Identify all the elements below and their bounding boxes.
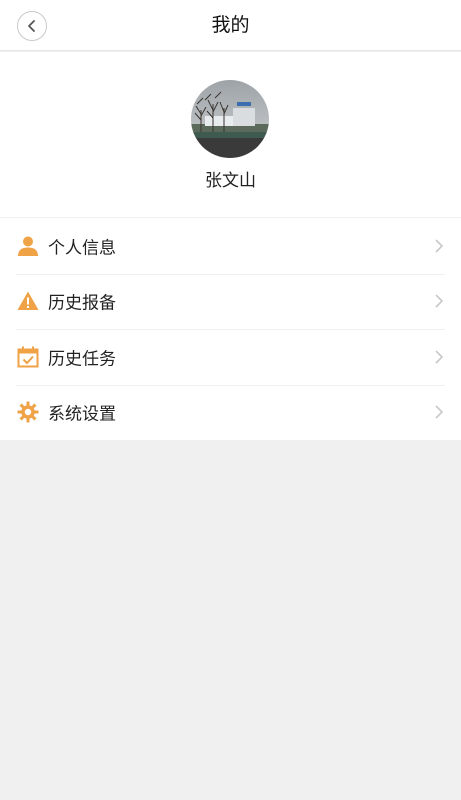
user-name: 张文山 <box>205 171 256 191</box>
chevron-right-icon <box>435 239 444 253</box>
page-title: 我的 <box>211 14 250 36</box>
calendar-check-icon <box>17 346 39 368</box>
back-button[interactable] <box>17 11 47 41</box>
menu-item-personal-info[interactable]: 个人信息 <box>0 218 461 274</box>
menu-item-system-settings[interactable]: 系统设置 <box>0 384 461 441</box>
profile-section: 张文山 <box>0 52 461 217</box>
gear-icon <box>17 401 39 423</box>
chevron-right-icon <box>435 294 444 308</box>
chevron-left-icon <box>28 20 35 32</box>
menu-item-label: 系统设置 <box>48 404 116 425</box>
chevron-right-icon <box>435 350 444 364</box>
menu-list: 个人信息 历史报备 历史任务 系统设置 <box>0 218 461 440</box>
person-icon <box>18 236 38 256</box>
avatar[interactable] <box>191 80 269 158</box>
menu-item-label: 历史任务 <box>48 349 116 370</box>
chevron-right-icon <box>435 405 444 419</box>
menu-item-label: 历史报备 <box>48 293 116 314</box>
top-navigation-bar: 我的 <box>0 0 461 51</box>
menu-item-label: 个人信息 <box>48 238 116 259</box>
warning-icon <box>17 291 39 311</box>
menu-item-report-history[interactable]: 历史报备 <box>0 273 461 330</box>
menu-item-task-history[interactable]: 历史任务 <box>0 329 461 385</box>
